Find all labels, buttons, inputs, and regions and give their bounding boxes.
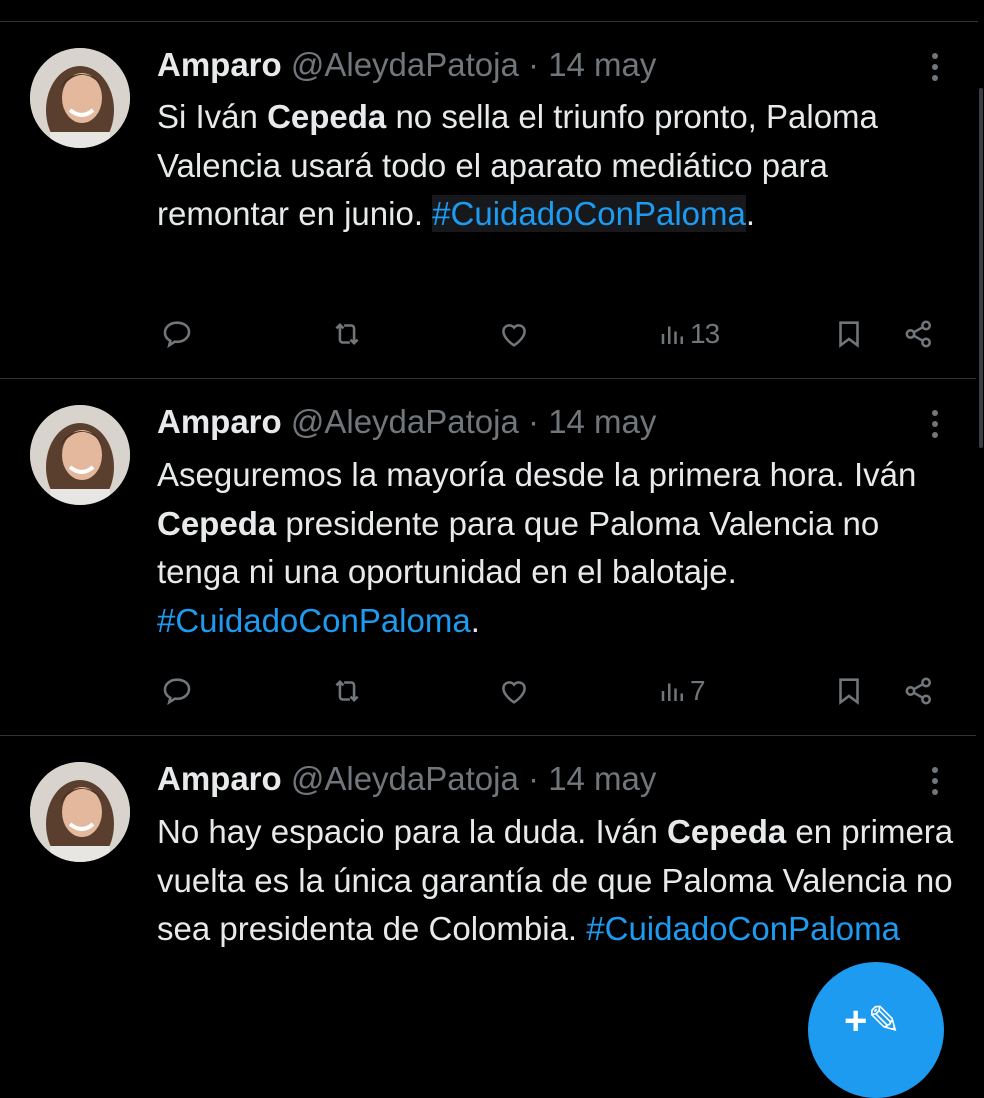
views-button[interactable]: 13	[658, 314, 720, 354]
more-icon[interactable]	[920, 47, 950, 87]
author-handle[interactable]: @AleydaPatoja	[291, 403, 519, 440]
avatar[interactable]	[30, 48, 130, 148]
reply-icon	[163, 678, 191, 706]
hashtag-link[interactable]: #CuidadoConPaloma	[432, 195, 746, 232]
text-segment: Aseguremos la mayoría desde la primera h…	[157, 456, 917, 493]
view-count: 13	[690, 318, 720, 349]
avatar-image	[30, 762, 130, 862]
tweet[interactable]: Amparo @AleydaPatoja · 14 may Si Iván Ce…	[0, 0, 976, 378]
tweet-header: Amparo @AleydaPatoja · 14 may	[157, 45, 656, 85]
avatar[interactable]	[30, 762, 130, 862]
retweet-button[interactable]	[330, 671, 364, 711]
text-segment: .	[470, 601, 480, 639]
bookmark-icon	[839, 321, 859, 348]
timeline: Amparo @AleydaPatoja · 14 may Si Iván Ce…	[0, 0, 984, 1098]
scrollbar[interactable]	[978, 0, 984, 1052]
text-bold: Cepeda	[267, 98, 387, 135]
retweet-icon	[335, 679, 359, 703]
tweet-date[interactable]: 14 may	[548, 403, 656, 440]
share-icon	[905, 320, 932, 348]
tweet-actions: 13	[0, 314, 976, 354]
reply-icon	[163, 321, 191, 349]
tweet[interactable]: Amparo @AleydaPatoja · 14 may Aseguremos…	[0, 379, 976, 735]
tweet-text: No hay espacio para la duda. Iván Cepeda…	[157, 808, 957, 954]
more-icon[interactable]	[920, 404, 950, 444]
tweet-header: Amparo @AleydaPatoja · 14 may	[157, 402, 656, 442]
like-button[interactable]	[497, 671, 531, 711]
avatar-image	[30, 48, 130, 148]
avatar-image	[30, 405, 130, 505]
bookmark-button[interactable]	[832, 314, 866, 354]
like-icon	[502, 681, 526, 704]
bookmark-button[interactable]	[832, 671, 866, 711]
separator: ·	[528, 760, 540, 797]
tweet-actions: 7	[0, 671, 976, 711]
retweet-button[interactable]	[330, 314, 364, 354]
reply-button[interactable]	[160, 314, 194, 354]
text-segment: .	[745, 195, 756, 232]
like-icon	[502, 324, 526, 347]
compose-button[interactable]: +✎	[808, 962, 944, 1098]
text-segment: Si Iván	[157, 98, 268, 135]
views-button[interactable]: 7	[658, 671, 706, 711]
hashtag-link[interactable]: #CuidadoConPaloma	[586, 910, 900, 947]
text-bold: Cepeda	[157, 504, 277, 542]
views-icon	[661, 326, 683, 344]
share-button[interactable]	[902, 671, 936, 711]
author-handle[interactable]: @AleydaPatoja	[291, 760, 519, 797]
bookmark-icon	[839, 678, 859, 705]
tweet-text: Si Iván Cepeda no sella el triunfo pront…	[157, 93, 957, 239]
tweet-header: Amparo @AleydaPatoja · 14 may	[157, 759, 656, 799]
like-button[interactable]	[497, 314, 531, 354]
view-count: 7	[690, 675, 706, 706]
compose-icon: +✎	[844, 999, 901, 1043]
author-name[interactable]: Amparo	[157, 760, 282, 797]
reply-button[interactable]	[160, 671, 194, 711]
tweet-date[interactable]: 14 may	[548, 46, 656, 83]
separator: ·	[528, 46, 540, 83]
views-icon	[661, 683, 683, 701]
text-segment: No hay espacio para la duda. Iván	[157, 813, 668, 850]
author-name[interactable]: Amparo	[157, 403, 282, 440]
author-name[interactable]: Amparo	[157, 46, 282, 83]
more-icon[interactable]	[920, 761, 950, 801]
text-bold: Cepeda	[667, 813, 787, 850]
share-button[interactable]	[902, 314, 936, 354]
separator: ·	[528, 403, 540, 440]
tweet-text: Aseguremos la mayoría desde la primera h…	[157, 451, 957, 645]
author-handle[interactable]: @AleydaPatoja	[291, 46, 519, 83]
tweet-date[interactable]: 14 may	[548, 760, 656, 797]
hashtag-link[interactable]: #CuidadoConPaloma	[157, 602, 471, 639]
avatar[interactable]	[30, 405, 130, 505]
scrollbar-thumb[interactable]	[979, 88, 983, 448]
share-icon	[905, 677, 932, 705]
retweet-icon	[335, 322, 359, 346]
